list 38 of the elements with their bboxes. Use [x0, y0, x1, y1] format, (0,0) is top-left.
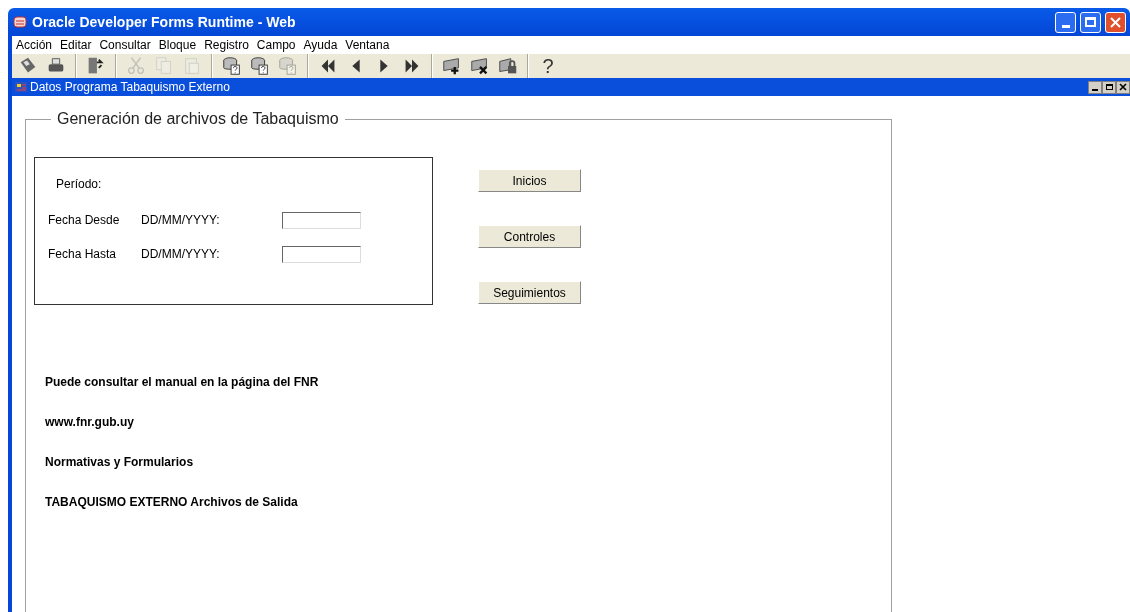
- info-text: Puede consultar el manual en la página del FNR: [45, 374, 320, 391]
- info-text: www.fnr.gub.uy: [45, 414, 135, 431]
- database-query-icon: [277, 55, 299, 77]
- period-label: Período:: [56, 176, 103, 193]
- menu-item[interactable]: Editar: [60, 36, 92, 54]
- info-text: TABAQUISMO EXTERNO Archivos de Salida: [45, 494, 299, 511]
- menu-item[interactable]: Ayuda: [303, 36, 338, 54]
- help-button[interactable]: ?: [536, 54, 560, 78]
- form-icon: [14, 80, 28, 94]
- date-format-label: DD/MM/YYYY:: [141, 246, 221, 263]
- menu-item[interactable]: Bloque: [158, 36, 197, 54]
- field-label: Fecha Hasta: [48, 246, 118, 263]
- form-title: Datos Programa Tabaquismo Externo: [30, 79, 231, 96]
- window-title: Oracle Developer Forms Runtime - Web: [32, 12, 297, 32]
- menu-item[interactable]: Campo: [256, 36, 296, 54]
- minimize-button[interactable]: [1088, 80, 1102, 94]
- menu-item[interactable]: Acción: [16, 36, 53, 54]
- action-button[interactable]: Seguimientos: [478, 281, 581, 304]
- scissors-icon: [125, 55, 147, 77]
- group-title: Generación de archivos de Tabaquismo: [51, 109, 345, 129]
- info-text: Normativas y Formularios: [45, 454, 195, 471]
- database-query-icon: [221, 55, 243, 77]
- date-field[interactable]: [282, 245, 361, 263]
- date-field[interactable]: [282, 211, 361, 229]
- restore-button[interactable]: [1102, 80, 1116, 94]
- close-icon: [1110, 16, 1121, 28]
- action-button[interactable]: Inicios: [478, 169, 581, 192]
- action-button[interactable]: Controles: [478, 225, 581, 248]
- menu-item[interactable]: Registro: [204, 36, 249, 54]
- maximize-button[interactable]: [1080, 11, 1101, 33]
- date-format-label: DD/MM/YYYY:: [141, 212, 221, 229]
- app-icon: [12, 14, 28, 30]
- menu-item[interactable]: Ventana: [345, 36, 390, 54]
- field-label: Fecha Desde: [48, 212, 121, 229]
- close-icon: [1119, 83, 1127, 91]
- menu-item[interactable]: Consultar: [99, 36, 151, 54]
- database-query-icon: [249, 55, 271, 77]
- close-button[interactable]: [1116, 80, 1130, 94]
